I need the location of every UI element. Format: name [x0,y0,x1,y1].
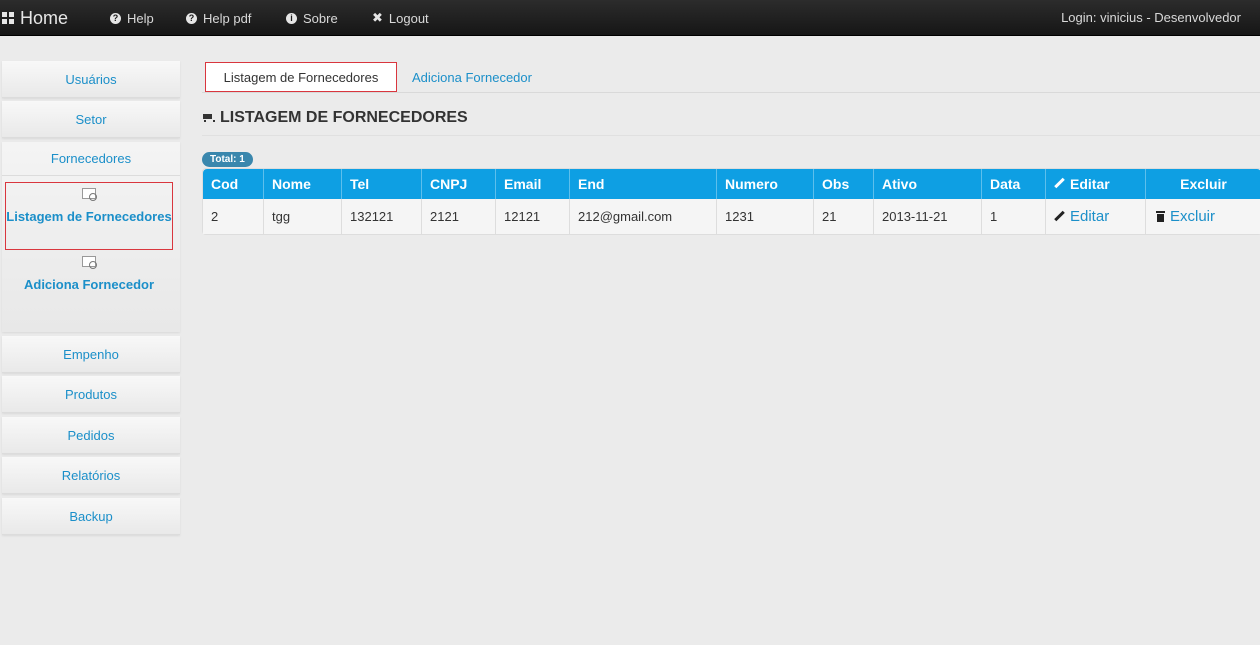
column-header-label: Editar [1070,175,1110,192]
sidebar-sub-listagem-fornecedores[interactable]: Listagem de Fornecedores [5,182,173,250]
sidebar-item-label: Setor [75,111,107,127]
cart-icon [202,113,215,123]
nav-sobre[interactable]: i Sobre [286,10,338,26]
nav-help-pdf[interactable]: ? Help pdf [186,10,251,26]
page-title-text: LISTAGEM DE FORNECEDORES [220,109,468,126]
cell-tel: 132121 [341,199,421,234]
total-badge: Total: 1 [202,152,253,167]
cell-excluir: Excluir [1145,199,1260,234]
sidebar-sub-adiciona-fornecedor[interactable]: Adiciona Fornecedor [5,256,173,316]
cell-end: 212@gmail.com [569,199,716,234]
sidebar-item-pedidos[interactable]: Pedidos [2,417,180,454]
tab-listagem-fornecedores[interactable]: Listagem de Fornecedores [205,62,397,92]
sidebar-item-label: Empenho [63,346,119,362]
home-link[interactable]: Home [2,6,68,30]
column-header: CNPJ [421,169,495,199]
cell-cnpj: 2121 [421,199,495,234]
nav-help-pdf-label: Help pdf [203,10,252,26]
page-title: LISTAGEM DE FORNECEDORES [202,108,468,128]
suppliers-table: Cod Nome Tel CNPJ Email End Numero Obs A… [202,168,1260,235]
column-header-editar: Editar [1045,169,1145,199]
cell-nome: tgg [263,199,341,234]
cell-editar: Editar [1045,199,1145,234]
tab-label: Adiciona Fornecedor [412,69,532,85]
sub-link-label: Listagem de Fornecedores [6,209,172,224]
info-icon: i [286,12,297,24]
help-icon: ? [110,12,121,24]
table-row: 2 tgg 132121 2121 12121 212@gmail.com 12… [203,199,1260,234]
cell-ativo: 2013-11-21 [873,199,981,234]
tab-bar: Listagem de Fornecedores Adiciona Fornec… [202,62,1260,93]
nav-logout[interactable]: ✖ Logout [372,10,429,26]
sidebar-item-label: Fornecedores [50,151,132,166]
column-header: Tel [341,169,421,199]
login-info: Login: vinicius - Desenvolvedor [1061,10,1241,25]
edit-link[interactable]: Editar [1054,208,1109,225]
sub-link-label: Adiciona Fornecedor [23,277,155,292]
sidebar-item-label: Relatórios [61,467,121,483]
delete-link-label: Excluir [1170,208,1216,225]
brand-label: Home [20,7,69,28]
nav-sobre-label: Sobre [303,10,338,26]
column-header: Nome [263,169,341,199]
column-header: Obs [813,169,873,199]
top-navbar: Home ? Help ? Help pdf i Sobre ✖ Logout … [0,0,1260,36]
close-icon: ✖ [372,10,383,25]
grid-icon [2,12,14,24]
column-header: Excluir [1145,169,1260,199]
trash-icon [1156,211,1165,222]
sidebar-item-backup[interactable]: Backup [2,498,180,535]
delete-link[interactable]: Excluir [1156,208,1215,225]
pencil-icon [1054,211,1065,222]
column-header: Cod [203,169,263,199]
sidebar-item-setor[interactable]: Setor [2,101,180,138]
cell-numero: 1231 [716,199,813,234]
divider [202,135,1260,136]
tab-label: Listagem de Fornecedores [223,69,379,85]
sidebar-item-label: Usuários [65,71,117,87]
table-header-row: Cod Nome Tel CNPJ Email End Numero Obs A… [203,169,1260,199]
sidebar-item-label: Backup [69,508,113,524]
sidebar-item-fornecedores[interactable]: Fornecedores [2,142,180,176]
nav-help[interactable]: ? Help [110,10,154,26]
column-header: Email [495,169,569,199]
sidebar-group-fornecedores: Fornecedores Listagem de Fornecedores Ad… [2,142,180,332]
pencil-icon [1054,178,1065,189]
cell-obs: 21 [813,199,873,234]
nav-logout-label: Logout [388,10,429,26]
column-header: Ativo [873,169,981,199]
cell-data: 1 [981,199,1045,234]
cell-cod: 2 [203,199,263,234]
sidebar-item-produtos[interactable]: Produtos [2,376,180,413]
column-header: Numero [716,169,813,199]
magnifier-icon [80,256,98,270]
sidebar-item-relatorios[interactable]: Relatórios [2,457,180,494]
sidebar-item-label: Produtos [64,386,118,402]
sidebar-item-usuarios[interactable]: Usuários [2,61,180,98]
edit-link-label: Editar [1070,208,1110,225]
tab-adiciona-fornecedor[interactable]: Adiciona Fornecedor [412,62,532,92]
magnifier-icon [80,188,98,202]
help-icon: ? [186,12,197,24]
column-header: Data [981,169,1045,199]
sidebar-item-label: Pedidos [67,427,115,443]
sidebar-item-empenho[interactable]: Empenho [2,336,180,373]
cell-email: 12121 [495,199,569,234]
column-header: End [569,169,716,199]
nav-help-label: Help [127,10,154,26]
